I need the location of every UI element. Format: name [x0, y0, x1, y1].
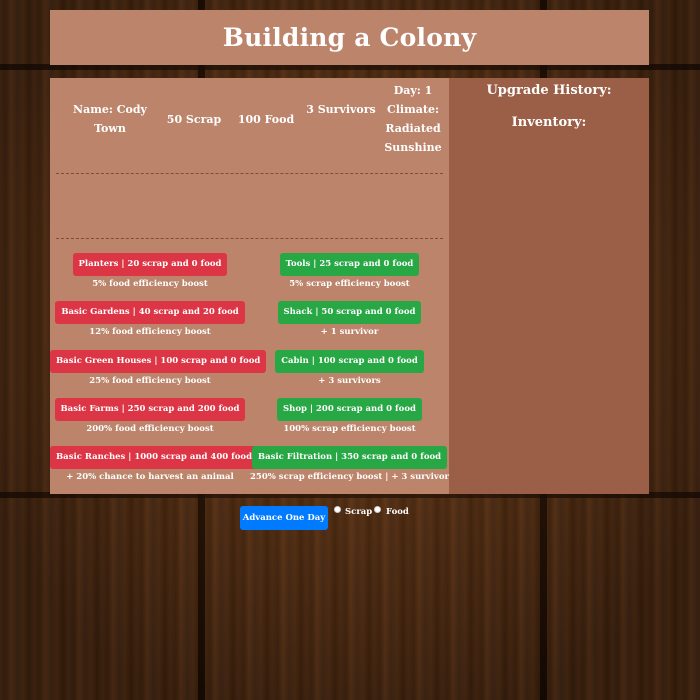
upgrade-item-basic-ranches: Basic Ranches | 1000 scrap and 400 food …	[50, 444, 259, 482]
basic-gardens-button[interactable]: Basic Gardens | 40 scrap and 20 food	[55, 301, 245, 324]
upgrade-item-basic-farms: Basic Farms | 250 scrap and 200 food 200…	[50, 396, 250, 434]
divider	[56, 238, 443, 239]
colony-panel: Name: Cody Town 50 Scrap 100 Food 3 Surv…	[50, 78, 449, 494]
survivor-count: 3 Survivors	[306, 103, 376, 116]
upgrade-history-heading: Upgrade History:	[486, 83, 612, 98]
upgrade-desc: 5% food efficiency boost	[92, 279, 208, 289]
planters-button[interactable]: Planters | 20 scrap and 0 food	[72, 253, 228, 276]
shack-button[interactable]: Shack | 50 scrap and 0 food	[277, 301, 422, 324]
scrap-count: 50 Scrap	[166, 113, 222, 126]
basic-ranches-button[interactable]: Basic Ranches | 1000 scrap and 400 food	[50, 446, 259, 469]
sidebar: Upgrade History: Inventory:	[449, 78, 649, 494]
food-radio-label: Food	[386, 507, 409, 517]
tools-button[interactable]: Tools | 25 scrap and 0 food	[279, 253, 420, 276]
upgrade-desc: 25% food efficiency boost	[89, 376, 211, 386]
upgrade-desc: + 3 survivors	[318, 376, 381, 386]
upgrade-item-basic-gardens: Basic Gardens | 40 scrap and 20 food 12%…	[50, 299, 250, 337]
stats-row: Name: Cody Town 50 Scrap 100 Food 3 Surv…	[50, 78, 449, 173]
food-radio[interactable]	[374, 506, 381, 513]
upgrade-item-shack: Shack | 50 scrap and 0 food + 1 survivor	[250, 299, 449, 337]
main-area: Name: Cody Town 50 Scrap 100 Food 3 Surv…	[50, 78, 649, 494]
upgrade-item-basic-filtration: Basic Filtration | 350 scrap and 0 food …	[250, 444, 449, 482]
basic-farms-button[interactable]: Basic Farms | 250 scrap and 200 food	[54, 398, 246, 421]
upgrade-desc: 100% scrap efficiency boost	[283, 424, 416, 434]
scrap-radio[interactable]	[334, 506, 341, 513]
upgrade-desc: 200% food efficiency boost	[86, 424, 214, 434]
upgrade-desc: + 20% chance to harvest an animal	[66, 472, 234, 482]
upgrade-desc: + 1 survivor	[320, 327, 379, 337]
upgrade-desc: 250% scrap efficiency boost | + 3 surviv…	[250, 472, 449, 482]
food-count: 100 Food	[237, 113, 295, 126]
title-bar: Building a Colony	[50, 10, 649, 65]
day-climate: Day: 1 Climate: Radiated Sunshine	[384, 84, 442, 154]
basic-green-houses-button[interactable]: Basic Green Houses | 100 scrap and 0 foo…	[50, 350, 267, 373]
upgrade-item-shop: Shop | 200 scrap and 0 food 100% scrap e…	[250, 396, 449, 434]
inventory-heading: Inventory:	[511, 115, 587, 130]
colony-name: Name: Cody Town	[73, 103, 147, 135]
upgrade-item-cabin: Cabin | 100 scrap and 0 food + 3 survivo…	[250, 348, 449, 386]
page-title: Building a Colony	[222, 23, 477, 52]
upgrade-item-tools: Tools | 25 scrap and 0 food 5% scrap eff…	[250, 251, 449, 289]
cabin-button[interactable]: Cabin | 100 scrap and 0 food	[275, 350, 424, 373]
shop-button[interactable]: Shop | 200 scrap and 0 food	[277, 398, 422, 421]
upgrade-item-planters: Planters | 20 scrap and 0 food 5% food e…	[50, 251, 250, 289]
upgrade-item-basic-green-houses: Basic Green Houses | 100 scrap and 0 foo…	[50, 348, 267, 386]
scrap-radio-label: Scrap	[345, 507, 373, 517]
divider	[56, 173, 443, 174]
upgrade-desc: 5% scrap efficiency boost	[289, 279, 410, 289]
upgrade-desc: 12% food efficiency boost	[89, 327, 211, 337]
basic-filtration-button[interactable]: Basic Filtration | 350 scrap and 0 food	[251, 446, 448, 469]
advance-day-button[interactable]: Advance One Day	[240, 506, 328, 530]
